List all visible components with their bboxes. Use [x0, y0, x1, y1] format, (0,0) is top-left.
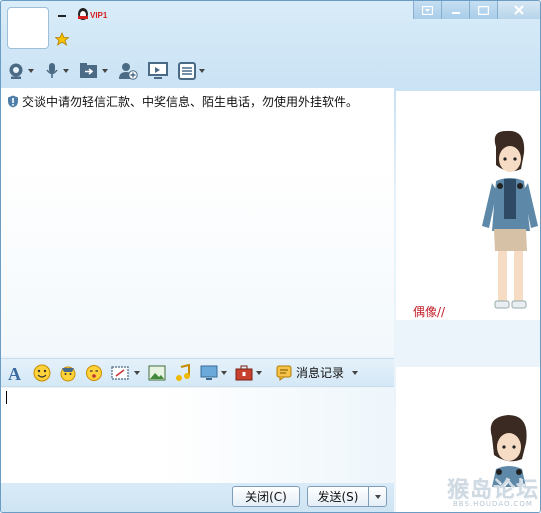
nudge-button[interactable]	[85, 364, 103, 382]
window-controls	[413, 1, 540, 19]
magic-emoji-button[interactable]	[59, 364, 77, 382]
star-icon	[55, 32, 69, 46]
send-image-button[interactable]	[148, 364, 166, 382]
contact-nickname	[58, 15, 66, 17]
video-call-icon	[9, 63, 23, 79]
contact-show-avatar	[396, 91, 540, 320]
video-call-button[interactable]	[7, 59, 34, 83]
chevron-down-icon	[352, 370, 359, 375]
music-icon	[176, 363, 190, 381]
chevron-down-icon	[134, 370, 140, 375]
magic-face-icon	[60, 366, 76, 381]
remote-desktop-icon	[148, 62, 168, 79]
send-file-button[interactable]	[79, 59, 108, 83]
vip-label: VIP1	[90, 11, 108, 20]
avatar-figure-icon	[482, 130, 538, 309]
format-toolbar: A 消息记录	[1, 358, 394, 387]
voice-call-button[interactable]	[44, 59, 69, 83]
toolbox-icon	[235, 365, 253, 380]
chat-toolbar	[7, 58, 215, 84]
chevron-down-icon	[221, 370, 227, 375]
screenshot-button[interactable]	[111, 364, 140, 382]
history-label: 消息记录	[296, 366, 345, 380]
font-icon: A	[8, 364, 21, 382]
contact-avatar[interactable]	[7, 7, 49, 49]
chat-window: VIP1 交谈中请勿轻信汇款、中奖信息、陌生电话，勿使用外挂软件。 偶像// A…	[0, 0, 541, 513]
add-contact-button[interactable]	[118, 59, 138, 83]
svg-text:A: A	[8, 364, 21, 382]
chevron-down-icon	[63, 69, 69, 73]
voice-call-icon	[46, 63, 58, 78]
image-icon	[148, 365, 166, 380]
chevron-down-icon	[102, 69, 108, 73]
menu-icon	[422, 5, 433, 15]
music-button[interactable]	[174, 363, 192, 382]
smiley-icon	[33, 364, 51, 381]
send-file-icon	[80, 63, 97, 78]
watermark-url: BBS.HOUDAO.COM	[453, 500, 533, 508]
show-caption: 偶像//	[413, 305, 446, 319]
minimize-icon	[451, 11, 460, 14]
maximize-icon	[478, 5, 489, 15]
message-history-area[interactable]	[1, 88, 394, 356]
add-contact-icon	[119, 63, 138, 80]
message-history-button[interactable]: 消息记录	[276, 364, 359, 381]
monitor-icon	[200, 365, 218, 380]
shake-face-icon	[86, 364, 102, 381]
send-button[interactable]: 发送(S)	[307, 486, 369, 507]
remote-desktop-button[interactable]	[148, 59, 168, 83]
chevron-down-icon	[374, 494, 381, 499]
message-input[interactable]	[1, 388, 394, 483]
chevron-down-icon	[199, 69, 205, 73]
app-menu-icon	[178, 62, 196, 80]
shield-icon	[8, 95, 18, 108]
chevron-down-icon	[28, 69, 34, 73]
maximize-button[interactable]	[469, 1, 497, 19]
qq-vip-icon: VIP1	[78, 8, 108, 20]
send-options-button[interactable]	[368, 486, 387, 507]
notice-text: 交谈中请勿轻信汇款、中奖信息、陌生电话，勿使用外挂软件。	[22, 95, 359, 109]
chat-history-icon	[276, 365, 292, 381]
text-cursor	[6, 391, 7, 404]
minimize-button[interactable]	[441, 1, 469, 19]
close-button[interactable]: 关闭(C)	[232, 486, 300, 507]
window-menu-button[interactable]	[413, 1, 441, 19]
close-icon	[514, 5, 524, 15]
screen-share-button[interactable]	[200, 364, 227, 382]
close-window-button[interactable]	[497, 1, 540, 19]
scissors-icon	[111, 365, 129, 380]
app-menu-button[interactable]	[178, 59, 205, 83]
security-notice: 交谈中请勿轻信汇款、中奖信息、陌生电话，勿使用外挂软件。	[7, 93, 358, 110]
chevron-down-icon	[256, 370, 262, 375]
font-button[interactable]: A	[7, 364, 25, 382]
emoji-button[interactable]	[33, 364, 51, 382]
gift-button[interactable]	[235, 364, 262, 382]
